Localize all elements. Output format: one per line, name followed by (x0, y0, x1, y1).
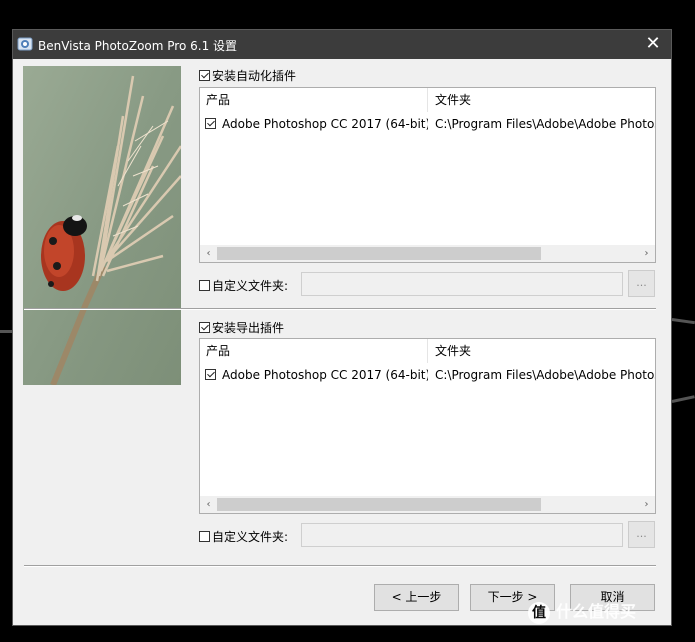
export-plugin-list[interactable]: 产品 文件夹 Adobe Photoshop CC 2017 (64-bit) … (199, 338, 656, 514)
row-checkbox[interactable] (205, 369, 216, 380)
folder-path: C:\Program Files\Adobe\Adobe Photoshop C… (435, 368, 655, 382)
install-export-checkbox[interactable]: 安装导出插件 (199, 319, 284, 336)
install-export-label: 安装导出插件 (212, 321, 285, 335)
checkbox-box[interactable] (199, 70, 210, 81)
scroll-left-icon[interactable]: ‹ (200, 245, 217, 262)
watermark: 值什么值得买 (528, 598, 636, 624)
column-header-folder[interactable]: 文件夹 (429, 339, 655, 363)
automation-plugin-list[interactable]: 产品 文件夹 Adobe Photoshop CC 2017 (64-bit) … (199, 87, 656, 263)
scroll-left-icon[interactable]: ‹ (200, 496, 217, 513)
section-divider (24, 308, 656, 310)
scroll-right-icon[interactable]: › (638, 245, 655, 262)
scroll-right-icon[interactable]: › (638, 496, 655, 513)
title-bar: BenVista PhotoZoom Pro 6.1 设置 ✕ (13, 30, 671, 59)
product-name: Adobe Photoshop CC 2017 (64-bit) (222, 368, 428, 382)
close-icon[interactable]: ✕ (635, 30, 671, 59)
app-icon (17, 37, 33, 51)
custom-folder-label: 自定义文件夹: (212, 279, 289, 293)
product-name: Adobe Photoshop CC 2017 (64-bit) (222, 117, 428, 131)
watermark-logo-icon: 值 (528, 601, 550, 624)
horizontal-scrollbar[interactable]: ‹ › (200, 496, 655, 513)
back-button[interactable]: < 上一步 (374, 584, 459, 611)
ladybug-photo (23, 66, 181, 385)
automation-browse-button[interactable]: ... (628, 270, 655, 297)
checkbox-box[interactable] (199, 322, 210, 333)
automation-custom-folder-checkbox[interactable]: 自定义文件夹: (199, 277, 288, 294)
folder-path: C:\Program Files\Adobe\Adobe Photoshop C… (435, 117, 655, 131)
checkbox-box[interactable] (199, 280, 210, 291)
list-item[interactable]: Adobe Photoshop CC 2017 (64-bit) C:\Prog… (200, 114, 655, 134)
background-stripe (671, 318, 695, 325)
column-header-product[interactable]: 产品 (200, 339, 428, 363)
horizontal-scrollbar[interactable]: ‹ › (200, 245, 655, 262)
scroll-thumb[interactable] (217, 498, 541, 511)
automation-custom-folder-input[interactable] (301, 272, 623, 296)
export-custom-folder-input[interactable] (301, 523, 623, 547)
checkbox-box[interactable] (199, 531, 210, 542)
column-header-product[interactable]: 产品 (200, 88, 428, 112)
scroll-thumb[interactable] (217, 247, 541, 260)
export-browse-button[interactable]: ... (628, 521, 655, 548)
custom-folder-label: 自定义文件夹: (212, 530, 289, 544)
footer-divider (24, 565, 656, 567)
background-stripe (671, 395, 695, 403)
window-title: BenVista PhotoZoom Pro 6.1 设置 (38, 39, 238, 53)
install-automation-label: 安装自动化插件 (212, 69, 297, 83)
setup-dialog: BenVista PhotoZoom Pro 6.1 设置 ✕ 安装自动化插件 … (12, 29, 672, 626)
column-header-folder[interactable]: 文件夹 (429, 88, 655, 112)
install-automation-checkbox[interactable]: 安装自动化插件 (199, 67, 296, 84)
row-checkbox[interactable] (205, 118, 216, 129)
watermark-text: 什么值得买 (556, 602, 637, 621)
list-item[interactable]: Adobe Photoshop CC 2017 (64-bit) C:\Prog… (200, 365, 655, 385)
export-custom-folder-checkbox[interactable]: 自定义文件夹: (199, 528, 288, 545)
